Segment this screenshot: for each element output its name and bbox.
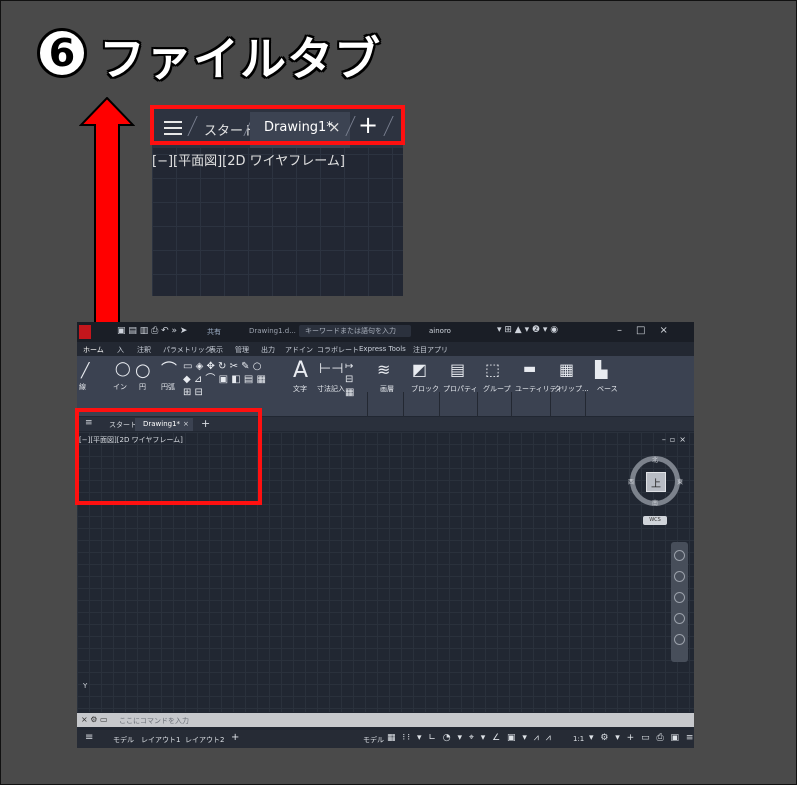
up-arrow-icon (79, 97, 135, 329)
ribbon-dimension[interactable]: 寸法記入 (317, 384, 345, 394)
layer-icon[interactable]: ≋ (377, 362, 390, 378)
text-icon[interactable]: A (293, 360, 308, 382)
step-number-badge: 6 (37, 28, 87, 78)
tab-layout1[interactable]: レイアウト1 (141, 735, 180, 745)
command-line[interactable]: × ⚙ ▭ ここにコマンドを入力 (77, 713, 694, 727)
autocad-logo-icon[interactable] (79, 325, 91, 339)
ribbon-block[interactable]: ブロック (411, 384, 439, 394)
annotation-tools-icons[interactable]: ↦ ⊟ ▦ (345, 360, 354, 399)
ribbon-arc[interactable]: 円弧 (161, 382, 175, 392)
ribbon-polyline[interactable]: イン (113, 382, 127, 392)
title-bar-icons[interactable]: ▾ ⊞ ▲ ▾ ❷ ▾ ◉ (497, 325, 558, 335)
viewcube-east[interactable]: 東 (677, 477, 683, 486)
ribbon-tab-insert[interactable]: 入 (117, 345, 124, 355)
arc-icon[interactable]: ⌒ (161, 362, 177, 378)
wcs-menu[interactable]: WCS (643, 516, 667, 525)
add-layout-icon[interactable]: + (231, 732, 239, 743)
polyline-icon[interactable]: ◯ (115, 362, 131, 376)
viewcube-west[interactable]: 西 (628, 477, 634, 486)
share-button[interactable]: 共有 (207, 327, 221, 337)
autocad-window: ▣ ▤ ▥ ⎙ ↶ » ➤ 共有 Drawing1.d... キーワードまたは語… (77, 322, 694, 748)
dimension-icon[interactable]: ⊢⊣ (319, 362, 343, 376)
window-controls[interactable]: –□× (617, 325, 682, 336)
ribbon-tab-output[interactable]: 出力 (261, 345, 275, 355)
status-bar-right-icons[interactable]: ▾ ⚙ ▾ + ▭ ⎙ ▣ ≡ (589, 733, 694, 743)
ribbon-base[interactable]: ベース (597, 384, 618, 394)
ribbon: ╱ 線 ◯ イン ○ 円 ⌒ 円弧 ▭ ◈ ✥ ↻ ✂ ✎ ○ ◆ ⊿ ⌒ ▣ … (77, 356, 694, 448)
highlight-box-zoom (150, 105, 405, 145)
properties-icon[interactable]: ▤ (450, 362, 465, 378)
status-bar-tool-icons[interactable]: ▦ ⁝⁝ ▾ ∟ ◔ ▾ ⌖ ▾ ∠ ▣ ▾ ⩘ ⩘ (387, 733, 553, 743)
ribbon-tab-addins[interactable]: アドイン (285, 345, 313, 355)
modify-tools-icons[interactable]: ▭ ◈ ✥ ↻ ✂ ✎ ○ ◆ ⊿ ⌒ ▣ ◧ ▤ ▦ ⊞ ⊟ (183, 360, 269, 399)
tutorial-panel: 6 ファイルタブ スタート Drawing1* × + [−][平面図][2D … (0, 0, 797, 785)
search-input[interactable]: キーワードまたは語句を入力 (299, 325, 411, 337)
layout-menu-icon[interactable]: ≡ (85, 732, 93, 743)
ucs-y-axis-label: Y (83, 682, 88, 690)
navigation-bar[interactable] (671, 542, 688, 662)
viewport-controls[interactable]: –▫× (662, 435, 690, 444)
tab-layout2[interactable]: レイアウト2 (185, 735, 224, 745)
ribbon-tab-annotate[interactable]: 注釈 (137, 345, 151, 355)
command-input[interactable]: ここにコマンドを入力 (119, 716, 189, 726)
status-bar: ≡ モデル レイアウト1 レイアウト2 + モデル ▦ ⁝⁝ ▾ ∟ ◔ ▾ ⌖… (77, 730, 694, 748)
highlight-box-file-tabs (75, 408, 262, 505)
group-icon[interactable]: ⬚ (485, 362, 500, 378)
title-bar: ▣ ▤ ▥ ⎙ ↶ » ➤ 共有 Drawing1.d... キーワードまたは語… (77, 322, 694, 342)
ribbon-tab-express-tools[interactable]: Express Tools (359, 345, 406, 353)
ribbon-clipboard[interactable]: クリップ... (554, 384, 589, 394)
line-icon[interactable]: ╱ (81, 364, 89, 378)
file-name: Drawing1.d... (249, 327, 296, 335)
ribbon-circle[interactable]: 円 (139, 382, 146, 392)
ribbon-text[interactable]: 文字 (293, 384, 307, 394)
ribbon-line[interactable]: 線 (79, 382, 86, 392)
ribbon-properties[interactable]: プロパティ (443, 384, 478, 394)
annotation-scale[interactable]: 1:1 (573, 735, 584, 743)
step-title: ファイルタブ (99, 32, 381, 86)
quick-access-toolbar[interactable]: ▣ ▤ ▥ ⎙ ↶ » ➤ (117, 326, 187, 336)
circle-icon[interactable]: ○ (135, 362, 151, 380)
ribbon-tab-collaborate[interactable]: コラボレート (317, 345, 359, 355)
tab-model[interactable]: モデル (113, 735, 134, 745)
utility-icon[interactable]: ▬ (523, 362, 536, 376)
clipboard-icon[interactable]: ▦ (559, 362, 574, 378)
ribbon-tab-featured-apps[interactable]: 注目アプリ (413, 345, 448, 355)
block-icon[interactable]: ◩ (412, 362, 427, 378)
model-space-button[interactable]: モデル (363, 735, 384, 745)
user-name[interactable]: ainoro (429, 327, 451, 335)
ribbon-tab-parametric[interactable]: パラメトリック (163, 345, 212, 355)
base-icon[interactable]: ▙ (595, 362, 607, 378)
ribbon-group[interactable]: グループ (483, 384, 511, 394)
viewcube-top-face[interactable]: 上 (646, 472, 666, 492)
command-line-close-icon[interactable]: × ⚙ ▭ (81, 715, 108, 724)
ribbon-layer[interactable]: 画層 (380, 384, 394, 394)
ribbon-tab-manage[interactable]: 管理 (235, 345, 249, 355)
viewport-label[interactable]: [−][平面図][2D ワイヤフレーム] (152, 150, 345, 169)
ribbon-tab-view[interactable]: 表示 (209, 345, 223, 355)
viewcube-north[interactable]: 北 (652, 455, 658, 464)
ribbon-tabs: ホーム 入 注釈 パラメトリック 表示 管理 出力 アドイン コラボレート Ex… (77, 342, 694, 356)
viewcube-south[interactable]: 南 (652, 498, 658, 507)
ribbon-tab-home[interactable]: ホーム (83, 345, 104, 355)
